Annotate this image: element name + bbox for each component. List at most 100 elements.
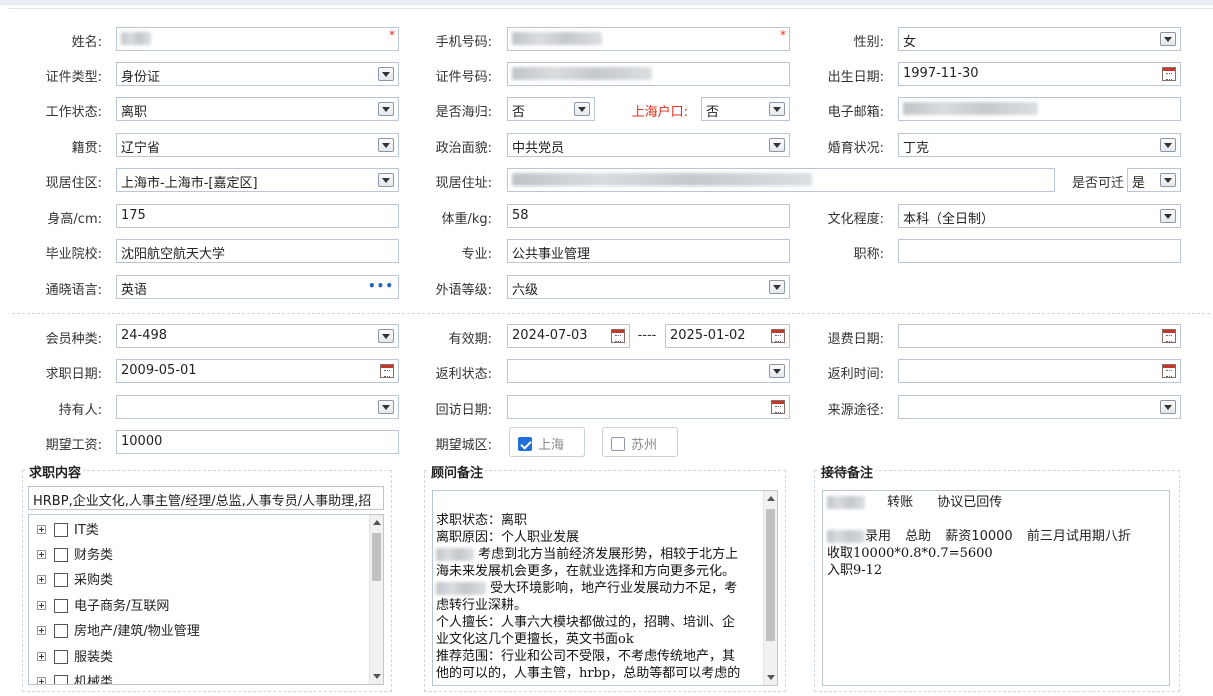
height-field[interactable]: 175 <box>116 204 399 228</box>
address-field[interactable] <box>507 168 1055 192</box>
checkbox-icon[interactable] <box>54 675 68 684</box>
major-field[interactable]: 公共事业管理 <box>507 239 790 263</box>
refund-date-field[interactable] <box>898 324 1181 348</box>
source-select[interactable] <box>898 395 1181 419</box>
checkbox-checked-icon[interactable] <box>518 437 532 451</box>
tree-item[interactable]: 财务类 <box>37 544 113 564</box>
chevron-down-icon[interactable] <box>378 138 394 152</box>
scroll-up-icon[interactable] <box>767 496 775 501</box>
chevron-down-icon[interactable] <box>769 364 785 378</box>
chevron-down-icon[interactable] <box>769 138 785 152</box>
checkbox-icon[interactable] <box>611 437 625 451</box>
checkbox-icon[interactable] <box>54 523 68 537</box>
note-line: 个人擅长：人事六大模块都做过的，招聘、培训、企 <box>436 615 736 630</box>
holder-select[interactable] <box>116 395 399 419</box>
calendar-icon[interactable] <box>771 400 785 414</box>
calendar-icon[interactable] <box>1162 329 1176 343</box>
expand-icon[interactable] <box>37 677 46 684</box>
level-select[interactable]: 六级 <box>507 275 790 299</box>
expand-icon[interactable] <box>37 525 46 534</box>
scroll-down-icon[interactable] <box>767 675 775 680</box>
chevron-down-icon[interactable] <box>1160 209 1176 223</box>
language-value: 英语 <box>121 283 148 298</box>
scroll-down-icon[interactable] <box>373 674 381 679</box>
education-select[interactable]: 本科（全日制） <box>898 204 1181 228</box>
chevron-down-icon[interactable] <box>769 102 785 116</box>
chevron-down-icon[interactable] <box>1160 32 1176 46</box>
calendar-icon[interactable] <box>771 329 785 343</box>
scroll-up-icon[interactable] <box>373 520 381 525</box>
valid-to-field[interactable]: 2025-01-02 <box>665 324 790 348</box>
returnee-select[interactable]: 否 <box>507 97 595 121</box>
marital-select[interactable]: 丁克 <box>898 133 1181 157</box>
checkbox-icon[interactable] <box>54 650 68 664</box>
checkbox-icon[interactable] <box>54 573 68 587</box>
calendar-icon[interactable] <box>380 364 394 378</box>
gender-select[interactable]: 女 <box>898 27 1181 51</box>
email-field[interactable] <box>898 97 1181 121</box>
tree-item[interactable]: 服装类 <box>37 646 113 666</box>
title-field[interactable] <box>898 239 1181 263</box>
region-select[interactable]: 上海市-上海市-[嘉定区] <box>116 168 399 192</box>
expand-icon[interactable] <box>37 626 46 635</box>
name-field[interactable]: * <box>116 27 399 51</box>
expand-icon[interactable] <box>37 652 46 661</box>
rebate-time-field[interactable] <box>898 359 1181 383</box>
city-option-suzhou[interactable]: 苏州 <box>602 427 678 457</box>
workstatus-select[interactable]: 离职 <box>116 97 399 121</box>
notes-scrollbar[interactable] <box>763 491 777 685</box>
expand-icon[interactable] <box>37 550 46 559</box>
chevron-down-icon[interactable] <box>1160 138 1176 152</box>
language-field[interactable]: 英语 ••• <box>116 275 399 299</box>
chevron-down-icon[interactable] <box>1160 173 1176 187</box>
member-select[interactable]: 24-498 <box>116 324 399 348</box>
school-field[interactable]: 沈阳航空航天大学 <box>116 239 399 263</box>
consultant-notes-legend: 顾问备注 <box>429 462 486 481</box>
expand-icon[interactable] <box>37 601 46 610</box>
chevron-down-icon[interactable] <box>378 173 394 187</box>
job-category-tree[interactable]: IT类 财务类 采购类 电子商务/互联网 房地产/建筑/物业管理 服装类 机械类 <box>28 514 384 685</box>
city-option-shanghai[interactable]: 上海 <box>509 427 585 457</box>
checkbox-icon[interactable] <box>54 624 68 638</box>
job-content-summary[interactable]: HRBP,企业文化,人事主管/经理/总监,人事专员/人事助理,招 <box>28 486 384 510</box>
tree-item[interactable]: 机械类 <box>37 671 113 684</box>
expand-icon[interactable] <box>37 575 46 584</box>
job-content-summary-text: HRBP,企业文化,人事主管/经理/总监,人事专员/人事助理,招 <box>33 494 372 509</box>
scroll-thumb[interactable] <box>372 533 381 581</box>
chevron-down-icon[interactable] <box>1160 400 1176 414</box>
idno-field[interactable] <box>507 62 790 86</box>
calendar-icon[interactable] <box>1162 364 1176 378</box>
chevron-down-icon[interactable] <box>378 67 394 81</box>
visit-date-field[interactable] <box>507 395 790 419</box>
checkbox-icon[interactable] <box>54 599 68 613</box>
chevron-down-icon[interactable] <box>378 102 394 116</box>
reception-notes-textarea[interactable]: 转账 协议已回传 录用 总助 薪资10000 前三月试用期八折 收取10000*… <box>822 490 1170 686</box>
tree-item[interactable]: 采购类 <box>37 569 113 589</box>
chevron-down-icon[interactable] <box>378 329 394 343</box>
phone-field[interactable]: * <box>507 27 790 51</box>
scroll-thumb[interactable] <box>766 509 775 641</box>
tree-item[interactable]: IT类 <box>37 519 99 539</box>
salary-field[interactable]: 10000 <box>116 430 399 454</box>
checkbox-icon[interactable] <box>54 548 68 562</box>
relocate-select[interactable]: 是 <box>1127 168 1181 192</box>
calendar-icon[interactable] <box>611 329 625 343</box>
birth-date-field[interactable]: 1997-11-30 <box>898 62 1181 86</box>
chevron-down-icon[interactable] <box>378 400 394 414</box>
tree-item[interactable]: 电子商务/互联网 <box>37 595 169 615</box>
tree-item[interactable]: 房地产/建筑/物业管理 <box>37 620 200 640</box>
consultant-notes-textarea[interactable]: 求职状态：离职 离职原因：个人职业发展 考虑到北方当前经济发展形势，相较于北方上… <box>432 490 778 686</box>
hukou-select[interactable]: 否 <box>701 97 790 121</box>
political-select[interactable]: 中共党员 <box>507 133 790 157</box>
native-select[interactable]: 辽宁省 <box>116 133 399 157</box>
more-options-icon[interactable]: ••• <box>368 279 394 293</box>
weight-field[interactable]: 58 <box>507 204 790 228</box>
calendar-icon[interactable] <box>1162 67 1176 81</box>
idtype-select[interactable]: 身份证 <box>116 62 399 86</box>
rebate-status-select[interactable] <box>507 359 790 383</box>
jobdate-field[interactable]: 2009-05-01 <box>116 359 399 383</box>
chevron-down-icon[interactable] <box>574 102 590 116</box>
tree-scrollbar[interactable] <box>369 515 383 684</box>
chevron-down-icon[interactable] <box>769 280 785 294</box>
valid-from-field[interactable]: 2024-07-03 <box>507 324 630 348</box>
